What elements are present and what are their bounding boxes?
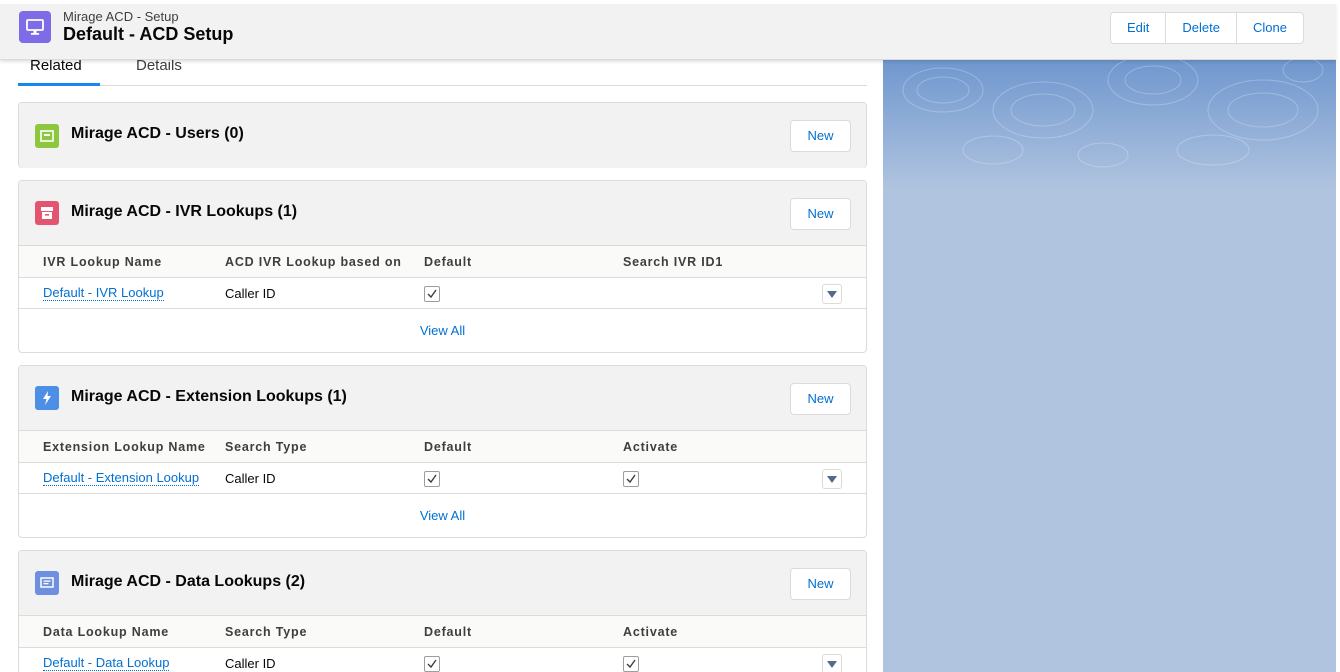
ivr-lookups-card: Mirage ACD - IVR Lookups (1) New IVR Loo… [18,180,867,353]
row-actions-menu[interactable] [822,469,842,489]
card-title[interactable]: Mirage ACD - Extension Lookups (1) [71,388,347,406]
table-header: IVR Lookup Name ACD IVR Lookup based on … [19,246,866,278]
card-header: Mirage ACD - IVR Lookups (1) New [19,181,866,246]
chevron-down-icon [827,476,837,483]
card-title[interactable]: Mirage ACD - Data Lookups (2) [71,573,305,591]
users-related-card: Mirage ACD - Users (0) New [18,102,867,168]
data-object-icon [35,571,59,595]
table-row: Default - Extension Lookup Caller ID [19,463,866,494]
card-header: Mirage ACD - Users (0) New [19,103,866,168]
card-header: Mirage ACD - Data Lookups (2) New [19,551,866,616]
column-header[interactable]: Default [424,440,472,454]
background-pattern [883,0,1340,672]
cell-value: Caller ID [225,286,276,301]
extension-lookups-card: Mirage ACD - Extension Lookups (1) New E… [18,365,867,538]
chevron-down-icon [827,291,837,298]
table-row: Default - IVR Lookup Caller ID [19,278,866,309]
column-header[interactable]: Default [424,255,472,269]
record-link[interactable]: Default - IVR Lookup [43,286,164,301]
new-extension-lookup-button[interactable]: New [790,383,851,415]
row-actions-menu[interactable] [822,284,842,304]
table-row: Default - Data Lookup Caller ID [19,648,866,672]
record-link[interactable]: Default - Data Lookup [43,656,170,671]
column-header[interactable]: IVR Lookup Name [43,255,162,269]
lightning-object-icon [35,386,59,410]
card-title[interactable]: Mirage ACD - IVR Lookups (1) [71,203,297,221]
record-tabs: Related Details [18,56,867,86]
data-lookups-card: Mirage ACD - Data Lookups (2) New Data L… [18,550,867,672]
archive-object-icon [35,201,59,225]
users-object-icon [35,124,59,148]
record-link[interactable]: Default - Extension Lookup [43,471,200,486]
column-header[interactable]: Search IVR ID1 [623,255,723,269]
chevron-down-icon [827,661,837,668]
new-ivr-lookup-button[interactable]: New [790,198,851,230]
cell-value: Caller ID [225,656,276,671]
default-checkbox [424,656,440,672]
column-header[interactable]: Data Lookup Name [43,625,169,639]
default-checkbox [424,471,440,487]
card-header: Mirage ACD - Extension Lookups (1) New [19,366,866,431]
activate-checkbox [623,471,639,487]
column-header[interactable]: Default [424,625,472,639]
table-header: Data Lookup Name Search Type Default Act… [19,616,866,648]
column-header[interactable]: Search Type [225,625,307,639]
new-data-lookup-button[interactable]: New [790,568,851,600]
row-actions-menu[interactable] [822,654,842,672]
clone-button[interactable]: Clone [1235,12,1304,44]
delete-button[interactable]: Delete [1165,12,1237,44]
column-header[interactable]: Activate [623,440,678,454]
card-title[interactable]: Mirage ACD - Users (0) [71,125,244,143]
table-header: Extension Lookup Name Search Type Defaul… [19,431,866,463]
tab-details[interactable]: Details [136,56,182,86]
view-all-row: View All [19,495,866,537]
new-user-button[interactable]: New [790,120,851,152]
record-header: Mirage ACD - Setup Default - ACD Setup E… [0,4,1336,60]
column-header[interactable]: Search Type [225,440,307,454]
record-title: Default - ACD Setup [63,24,234,44]
view-all-link[interactable]: View All [420,508,465,523]
record-type-label: Mirage ACD - Setup [63,9,179,24]
record-content: Related Details Mirage ACD - Users (0) N… [0,0,883,672]
column-header[interactable]: Extension Lookup Name [43,440,206,454]
column-header[interactable]: Activate [623,625,678,639]
tab-related[interactable]: Related [18,56,100,86]
view-all-link[interactable]: View All [420,323,465,338]
view-all-row: View All [19,310,866,352]
right-edge [1336,0,1340,672]
activate-checkbox [623,656,639,672]
desktop-icon [19,11,51,43]
edit-button[interactable]: Edit [1110,12,1167,44]
default-checkbox [424,286,440,302]
column-header[interactable]: ACD IVR Lookup based on [225,255,402,269]
record-actions: Edit Delete Clone [1110,12,1304,44]
cell-value: Caller ID [225,471,276,486]
